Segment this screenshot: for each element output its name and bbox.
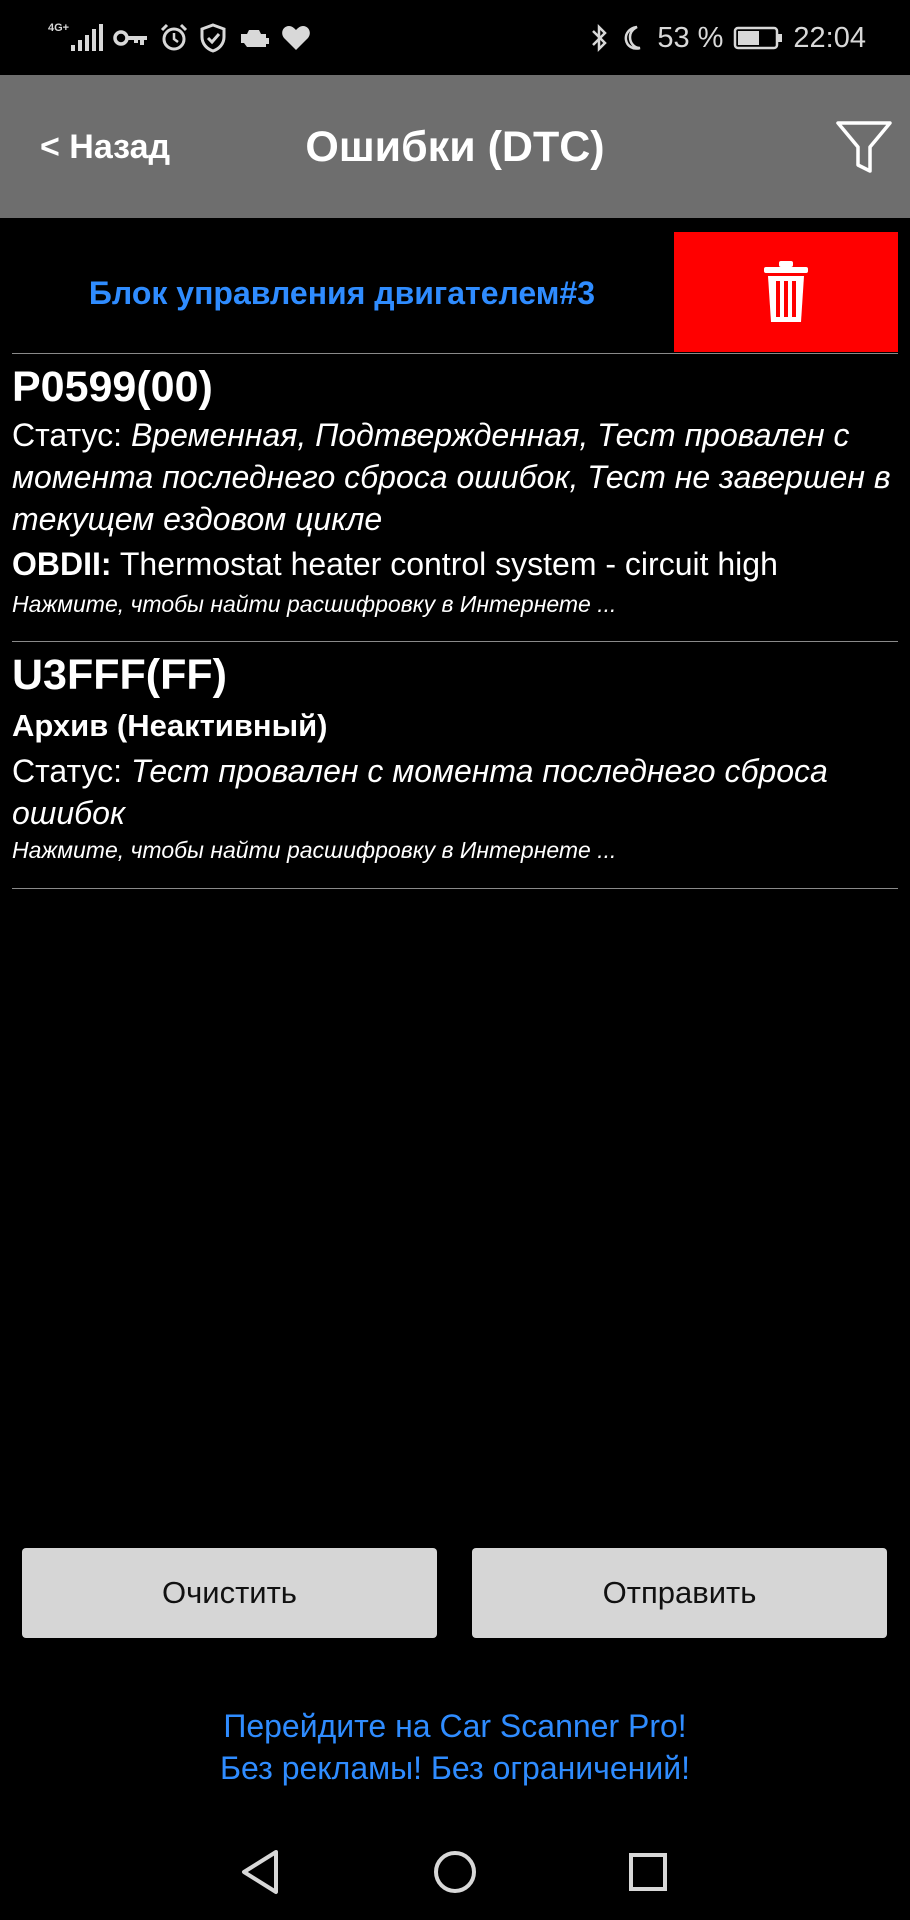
key-icon — [113, 26, 149, 50]
dtc-code: U3FFF(FF) — [12, 651, 227, 699]
promo-link[interactable]: Перейдите на Car Scanner Pro! Без реклам… — [0, 1705, 910, 1789]
status-label: Статус: — [12, 753, 131, 789]
battery-percent: 53 % — [657, 21, 724, 54]
triangle-back-icon — [242, 1850, 278, 1894]
heart-icon — [281, 24, 311, 52]
nav-recents-button[interactable] — [618, 1842, 678, 1902]
send-button[interactable]: Отправить — [472, 1548, 887, 1638]
dtc-code: P0599(00) — [12, 363, 213, 411]
obd-value: Thermostat heater control system - circu… — [111, 546, 778, 582]
nav-back-button[interactable] — [230, 1842, 290, 1902]
square-recents-icon — [629, 1853, 667, 1891]
shield-icon — [199, 23, 227, 53]
dtc-item[interactable]: P0599(00) Статус: Временная, Подтвержден… — [12, 360, 898, 620]
navigation-bar — [0, 1820, 910, 1920]
promo-line-2: Без рекламы! Без ограничений! — [220, 1750, 690, 1786]
filter-button[interactable] — [830, 113, 898, 181]
divider — [12, 353, 898, 354]
trash-icon — [764, 261, 808, 322]
dtc-description: OBDII: Thermostat heater control system … — [12, 540, 898, 588]
dtc-status: Статус: Тест провален с момента последне… — [12, 750, 898, 834]
ecu-header: Блок управления двигателем#3 — [0, 218, 910, 354]
delete-button[interactable] — [674, 232, 898, 352]
signal-icon: 4G+ — [48, 21, 104, 53]
back-button[interactable]: < Назад — [40, 120, 170, 175]
clear-button[interactable]: Очистить — [22, 1548, 437, 1638]
status-value: Временная, Подтвержденная, Тест провален… — [12, 417, 891, 537]
dtc-search-hint: Нажмите, чтобы найти расшифровку в Интер… — [12, 591, 617, 617]
status-value: Тест провален с момента последнего сброс… — [12, 753, 828, 831]
obd-label: OBDII: — [12, 546, 112, 582]
dtc-item[interactable]: U3FFF(FF) Архив (Неактивный) Статус: Тес… — [12, 648, 898, 866]
moon-icon — [619, 24, 647, 52]
battery-icon — [733, 25, 783, 51]
divider — [12, 641, 898, 642]
bluetooth-icon — [589, 23, 609, 53]
promo-line-1: Перейдите на Car Scanner Pro! — [223, 1708, 687, 1744]
dtc-status: Статус: Временная, Подтвержденная, Тест … — [12, 414, 898, 540]
circle-home-icon — [434, 1851, 476, 1893]
alarm-icon — [159, 23, 189, 53]
app-bar: < Назад Ошибки (DTC) — [0, 75, 910, 218]
status-bar-right: 53 % 22:04 — [589, 18, 866, 58]
status-bar: 4G+ 53 % 22:04 — [0, 0, 910, 75]
clock: 22:04 — [793, 21, 866, 54]
engine-icon — [237, 25, 271, 51]
status-label: Статус: — [12, 417, 131, 453]
network-type: 4G+ — [48, 21, 70, 34]
filter-icon — [836, 121, 892, 173]
ecu-label: Блок управления двигателем#3 — [88, 275, 596, 311]
divider — [12, 888, 898, 889]
status-bar-left: 4G+ — [48, 18, 311, 58]
dtc-search-hint: Нажмите, чтобы найти расшифровку в Интер… — [12, 837, 617, 863]
dtc-archive: Архив (Неактивный) — [12, 708, 328, 743]
nav-home-button[interactable] — [425, 1842, 485, 1902]
